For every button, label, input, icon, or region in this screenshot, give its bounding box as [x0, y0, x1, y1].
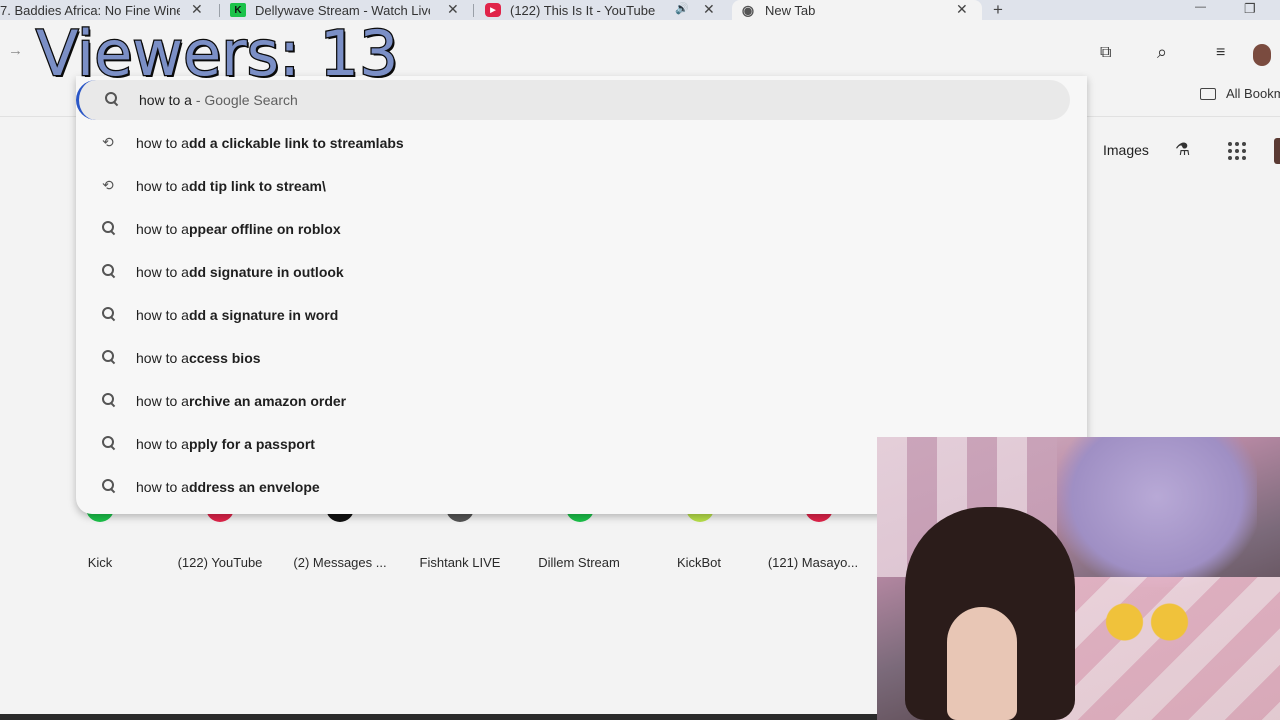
suggestion-text: how to appear offline on roblox — [136, 221, 341, 237]
omnibox-suffix: - Google Search — [191, 92, 298, 108]
suggestion-prefix: how to a — [136, 436, 189, 452]
omnibox-text: how to a - Google Search — [139, 92, 298, 108]
suggestion-text: how to add a clickable link to streamlab… — [136, 135, 404, 151]
suggestion-text: how to add a signature in word — [136, 307, 338, 323]
search-icon — [102, 264, 116, 278]
shortcut-messages[interactable]: (2) Messages ... — [280, 555, 400, 570]
suggestion-completion: dd tip link to stream\ — [188, 178, 326, 194]
close-icon[interactable]: ✕ — [447, 1, 459, 18]
suggestion-prefix: how to a — [136, 135, 189, 151]
tab-separator — [219, 4, 220, 17]
suggestion-completion: dd a clickable link to streamlabs — [188, 135, 404, 151]
search-icon — [102, 436, 116, 450]
tab-title: New Tab — [765, 2, 816, 18]
suggestion-item[interactable]: ⟲ how to add a clickable link to streaml… — [76, 122, 1087, 164]
webcam-plush — [1057, 437, 1257, 587]
suggestion-prefix: how to a — [136, 479, 189, 495]
suggestion-completion: pply for a passport — [188, 436, 315, 452]
account-avatar[interactable] — [1274, 138, 1280, 164]
labs-flask-icon[interactable]: ⚗ — [1175, 140, 1190, 160]
suggestion-item[interactable]: how to add a signature in word — [76, 294, 1087, 336]
close-icon[interactable]: ✕ — [191, 1, 203, 18]
chrome-favicon-icon: ◉ — [741, 1, 755, 18]
search-icon — [102, 479, 116, 493]
shortcut-masayo[interactable]: (121) Masayo... — [758, 555, 868, 570]
suggestion-item[interactable]: how to appear offline on roblox — [76, 208, 1087, 250]
images-link[interactable]: Images — [1103, 142, 1149, 158]
webcam-plush-feet — [1102, 602, 1192, 642]
suggestion-completion: rchive an amazon order — [188, 393, 347, 409]
shortcut-youtube[interactable]: (122) YouTube — [160, 555, 280, 570]
kick-favicon-icon: K — [230, 3, 246, 17]
suggestion-text: how to archive an amazon order — [136, 393, 346, 409]
webcam-overlay — [877, 437, 1280, 720]
suggestion-prefix: how to a — [136, 264, 189, 280]
youtube-favicon-icon: ▶ — [485, 3, 501, 17]
suggestion-item[interactable]: how to archive an amazon order — [76, 380, 1087, 422]
suggestion-prefix: how to a — [136, 178, 189, 194]
suggestion-text: how to access bios — [136, 350, 261, 366]
suggestion-item[interactable]: how to add signature in outlook — [76, 251, 1087, 293]
webcam-streamer-face — [947, 607, 1017, 720]
suggestion-prefix: how to a — [136, 307, 189, 323]
shortcut-kick[interactable]: Kick — [40, 555, 160, 570]
search-icon — [102, 221, 116, 235]
omnibox-typed-text: how to a — [139, 92, 192, 108]
suggestion-completion: ppear offline on roblox — [188, 221, 341, 237]
search-icon — [102, 350, 116, 364]
suggestion-prefix: how to a — [136, 393, 189, 409]
new-tab-icon[interactable]: + — [993, 0, 1003, 20]
suggestion-text: how to address an envelope — [136, 479, 320, 495]
extensions-icon[interactable]: ⧉ — [1100, 44, 1111, 62]
tab-title: 7. Baddies Africa: No Fine Wine — [0, 2, 180, 18]
profile-avatar[interactable] — [1253, 44, 1271, 66]
folder-icon — [1200, 87, 1216, 100]
reading-list-icon[interactable]: ≡ — [1216, 44, 1225, 62]
suggestion-prefix: how to a — [136, 221, 189, 237]
tab-title: (122) This Is It - YouTube — [510, 2, 656, 18]
bottom-edge — [0, 714, 877, 720]
restore-icon[interactable]: ❐ — [1244, 1, 1256, 17]
suggestion-completion: ccess bios — [188, 350, 261, 366]
shortcut-dillem-stream[interactable]: Dillem Stream — [519, 555, 639, 570]
suggestion-completion: dd a signature in word — [188, 307, 339, 323]
tab-separator — [473, 4, 474, 17]
suggestion-item[interactable]: ⟲ how to add tip link to stream\ — [76, 165, 1087, 207]
search-icon — [105, 92, 119, 106]
close-icon[interactable]: ✕ — [956, 1, 968, 18]
tab-title: Dellywave Stream - Watch Live — [255, 2, 430, 18]
history-icon: ⟲ — [102, 177, 114, 193]
minimize-icon[interactable]: — — [1195, 1, 1206, 13]
tab-search-icon[interactable]: ⌕ — [1157, 42, 1167, 63]
search-icon — [102, 307, 116, 321]
suggestion-text: how to apply for a passport — [136, 436, 315, 452]
search-icon — [102, 393, 116, 407]
history-icon: ⟲ — [102, 134, 114, 150]
tab-youtube[interactable]: ▶ (122) This Is It - YouTube 🔊 ✕ — [485, 0, 725, 20]
suggestion-prefix: how to a — [136, 350, 189, 366]
suggestion-completion: dd signature in outlook — [188, 264, 344, 280]
forward-icon[interactable]: → — [8, 42, 23, 59]
viewer-count-overlay: Viewers: 13 — [35, 16, 400, 91]
tab-new-tab[interactable]: ◉ New Tab ✕ — [732, 0, 982, 20]
suggestion-completion: ddress an envelope — [188, 479, 320, 495]
close-icon[interactable]: ✕ — [703, 1, 715, 18]
all-bookmarks-button[interactable]: All Bookm — [1200, 86, 1280, 101]
shortcut-kickbot[interactable]: KickBot — [639, 555, 759, 570]
suggestion-text: how to add tip link to stream\ — [136, 178, 326, 194]
suggestion-text: how to add signature in outlook — [136, 264, 344, 280]
speaker-icon[interactable]: 🔊 — [675, 2, 689, 15]
shortcut-fishtank[interactable]: Fishtank LIVE — [400, 555, 520, 570]
google-apps-icon[interactable] — [1228, 142, 1246, 160]
all-bookmarks-label: All Bookm — [1226, 86, 1280, 101]
suggestion-item[interactable]: how to access bios — [76, 337, 1087, 379]
